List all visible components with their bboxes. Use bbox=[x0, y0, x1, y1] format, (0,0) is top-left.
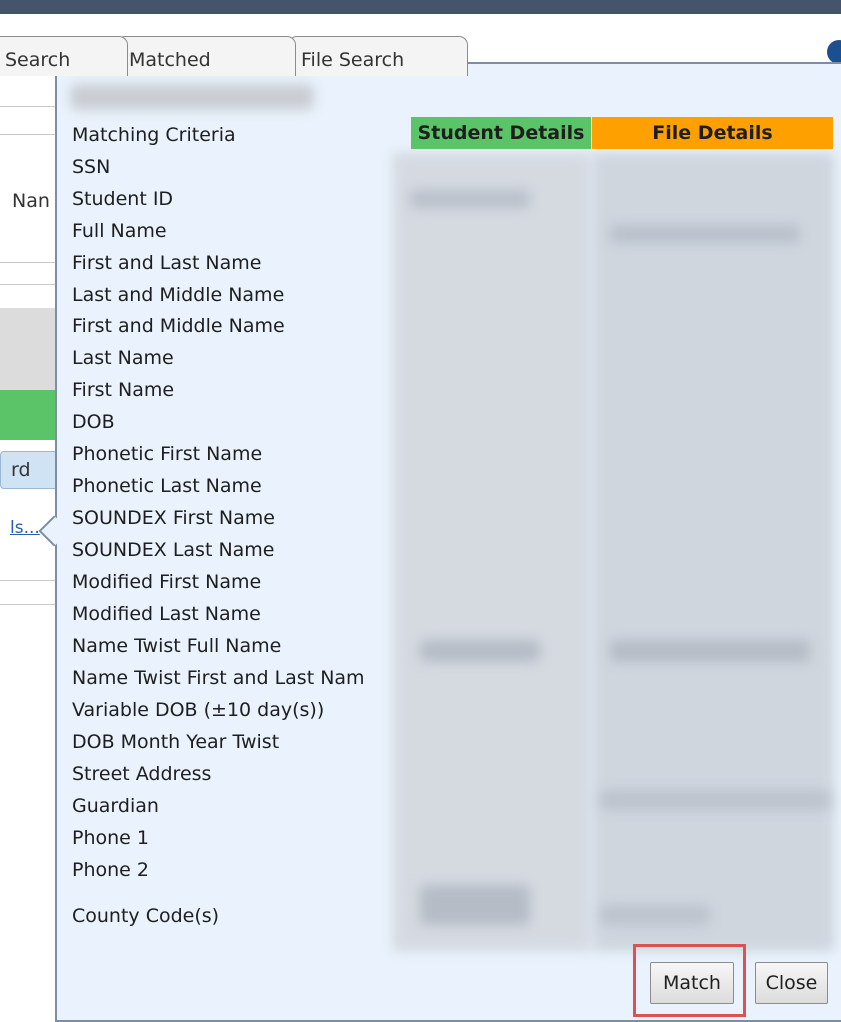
redacted-title bbox=[70, 84, 314, 110]
criteria-label: First Name bbox=[72, 379, 175, 401]
background-green-row bbox=[0, 390, 56, 440]
criteria-label: First and Middle Name bbox=[72, 315, 285, 337]
criteria-label: Phonetic Last Name bbox=[72, 475, 262, 497]
tab-search[interactable]: Search bbox=[0, 36, 128, 76]
close-button[interactable]: Close bbox=[755, 962, 828, 1004]
criteria-label: Name Twist Full Name bbox=[72, 635, 282, 657]
criteria-label: Last Name bbox=[72, 347, 174, 369]
criteria-label: SOUNDEX Last Name bbox=[72, 539, 275, 561]
divider bbox=[0, 134, 56, 135]
redacted-value bbox=[420, 885, 530, 925]
redacted-value bbox=[410, 190, 530, 208]
file-details-header: File Details bbox=[592, 117, 833, 149]
redacted-file-details bbox=[592, 152, 835, 952]
redacted-value bbox=[600, 905, 710, 925]
criteria-header: Matching Criteria bbox=[72, 124, 236, 146]
criteria-label: Phone 1 bbox=[72, 827, 149, 849]
criteria-label: Modified Last Name bbox=[72, 603, 261, 625]
criteria-label: Last and Middle Name bbox=[72, 284, 285, 306]
background-button-label: rd bbox=[11, 459, 31, 481]
divider bbox=[0, 284, 56, 285]
redacted-student-details bbox=[392, 152, 592, 952]
criteria-label: Full Name bbox=[72, 220, 167, 242]
background-table-header bbox=[0, 308, 56, 390]
background-button[interactable]: rd bbox=[0, 451, 60, 489]
student-details-header: Student Details bbox=[411, 117, 591, 149]
window-top-bar bbox=[0, 0, 841, 14]
divider bbox=[0, 604, 56, 605]
criteria-label: SSN bbox=[72, 156, 111, 178]
divider bbox=[0, 106, 56, 107]
divider bbox=[0, 580, 56, 581]
tab-matched[interactable]: Matched bbox=[116, 36, 296, 76]
redacted-value bbox=[600, 790, 830, 810]
tab-file-search-label: File Search bbox=[301, 49, 405, 71]
criteria-label: First and Last Name bbox=[72, 252, 262, 274]
criteria-label: Variable DOB (±10 day(s)) bbox=[72, 699, 325, 721]
criteria-label: Name Twist First and Last Nam bbox=[72, 667, 365, 689]
criteria-label: SOUNDEX First Name bbox=[72, 507, 275, 529]
tab-matched-label: Matched bbox=[129, 49, 211, 71]
criteria-label: DOB Month Year Twist bbox=[72, 731, 280, 753]
criteria-label: DOB bbox=[72, 411, 115, 433]
criteria-label: Guardian bbox=[72, 795, 159, 817]
background-name-label: Nan bbox=[12, 190, 50, 212]
criteria-label: County Code(s) bbox=[72, 905, 220, 927]
redacted-value bbox=[420, 640, 540, 662]
criteria-label: Street Address bbox=[72, 763, 212, 785]
criteria-label: Phonetic First Name bbox=[72, 443, 263, 465]
background-details-link[interactable]: ls... bbox=[10, 518, 40, 538]
criteria-label: Phone 2 bbox=[72, 859, 149, 881]
divider bbox=[0, 262, 56, 263]
redacted-value bbox=[610, 640, 810, 662]
match-button[interactable]: Match bbox=[650, 962, 734, 1004]
redacted-value bbox=[610, 225, 800, 243]
tab-search-label: Search bbox=[5, 49, 71, 71]
criteria-label: Modified First Name bbox=[72, 571, 262, 593]
tab-file-search[interactable]: File Search bbox=[288, 36, 468, 76]
criteria-label: Student ID bbox=[72, 188, 174, 210]
